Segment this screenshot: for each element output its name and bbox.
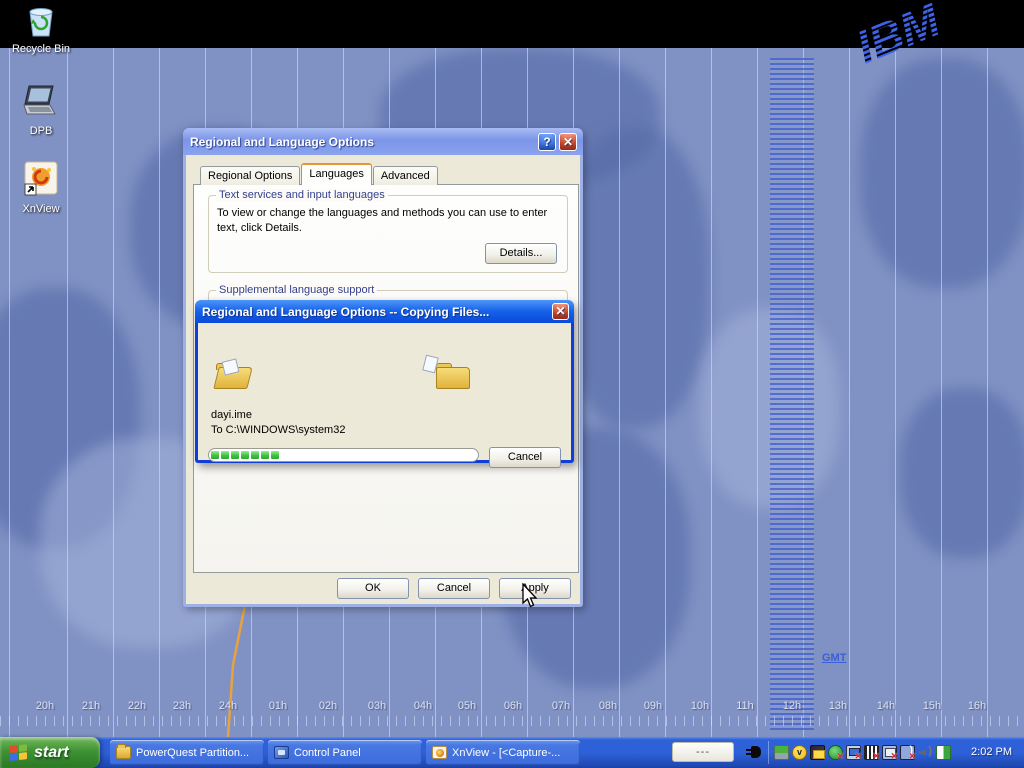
- hour-label: 12h: [775, 700, 809, 712]
- source-folder-icon: [216, 363, 250, 389]
- taskbar-clock: 2:02 PM: [971, 746, 1012, 758]
- hour-label: 08h: [591, 700, 625, 712]
- desktop-icon-recycle-bin[interactable]: Recycle Bin: [6, 4, 76, 55]
- copying-file-name: dayi.ime: [211, 409, 252, 421]
- hour-label: 01h: [261, 700, 295, 712]
- dateline-hatch-band: [770, 58, 814, 730]
- desktop-icon-label: DPB: [6, 125, 76, 137]
- desktop-icon-xnview[interactable]: XnView: [6, 160, 76, 215]
- copying-files-dialog: Regional and Language Options -- Copying…: [195, 300, 574, 463]
- help-button[interactable]: ?: [538, 133, 556, 151]
- task-button-control-panel[interactable]: Control Panel: [268, 740, 422, 765]
- desktop-icon-label: XnView: [6, 203, 76, 215]
- cancel-button[interactable]: Cancel: [418, 578, 490, 599]
- hour-label: 13h: [821, 700, 855, 712]
- ac-power-plug-icon: [746, 745, 763, 759]
- hour-label: 23h: [165, 700, 199, 712]
- hour-label: 24h: [211, 700, 245, 712]
- gmt-label: GMT: [822, 652, 846, 664]
- dialog-titlebar[interactable]: Regional and Language Options -- Copying…: [195, 300, 574, 323]
- close-icon[interactable]: ✕: [559, 133, 577, 151]
- groupbox-title: Supplemental language support: [216, 284, 377, 296]
- hour-label: 15h: [915, 700, 949, 712]
- tray-wireless-link-icon[interactable]: [900, 745, 915, 760]
- hour-label: 16h: [960, 700, 994, 712]
- groupbox-description: To view or change the languages and meth…: [217, 206, 547, 236]
- xnview-icon: [23, 160, 59, 198]
- hour-label: 10h: [683, 700, 717, 712]
- tray-perf-chart-icon[interactable]: [864, 745, 879, 760]
- system-tray: [774, 745, 951, 760]
- close-icon[interactable]: ✕: [552, 303, 569, 320]
- mouse-cursor: [521, 583, 539, 609]
- desktop-icon-label: Recycle Bin: [6, 43, 76, 55]
- taskbar: start PowerQuest Partition... Control Pa…: [0, 737, 1024, 768]
- start-button[interactable]: start: [0, 737, 100, 768]
- tray-pc-doctor-icon[interactable]: [792, 745, 807, 760]
- hour-label: 20h: [28, 700, 62, 712]
- tray-ime-status-icon[interactable]: [936, 745, 951, 760]
- hour-label: 07h: [544, 700, 578, 712]
- copy-progress-bar: [208, 448, 479, 462]
- tray-volume-icon[interactable]: [918, 745, 933, 760]
- tray-separator: [768, 741, 769, 764]
- task-button-powerquest[interactable]: PowerQuest Partition...: [110, 740, 264, 765]
- hour-label: 22h: [120, 700, 154, 712]
- tray-network-globe-icon[interactable]: [828, 745, 843, 760]
- tab-regional-options[interactable]: Regional Options: [200, 166, 300, 185]
- copying-destination: To C:\WINDOWS\system32: [211, 424, 345, 436]
- tab-languages[interactable]: Languages: [301, 163, 371, 185]
- details-button[interactable]: Details...: [485, 243, 557, 264]
- tray-mail-notify-icon[interactable]: [810, 745, 825, 760]
- task-button-xnview[interactable]: XnView - [<Capture-...: [426, 740, 580, 765]
- ok-button[interactable]: OK: [337, 578, 409, 599]
- progress-segment: [251, 451, 259, 459]
- groupbox-title: Text services and input languages: [216, 189, 388, 201]
- tray-display-link-icon[interactable]: [882, 745, 897, 760]
- dialog-titlebar[interactable]: Regional and Language Options ? ✕: [183, 128, 583, 155]
- progress-segment: [221, 451, 229, 459]
- start-button-label: start: [34, 744, 69, 762]
- hour-label: 02h: [311, 700, 345, 712]
- progress-segment: [231, 451, 239, 459]
- tab-advanced[interactable]: Advanced: [373, 166, 438, 185]
- progress-segment: [211, 451, 219, 459]
- hour-label: 14h: [869, 700, 903, 712]
- progress-segment: [241, 451, 249, 459]
- progress-segment: [261, 451, 269, 459]
- hour-label: 04h: [406, 700, 440, 712]
- laptop-icon: [19, 84, 63, 120]
- hour-label: 21h: [74, 700, 108, 712]
- recycle-bin-icon: [23, 4, 59, 38]
- hour-label: 09h: [636, 700, 670, 712]
- copy-cancel-button[interactable]: Cancel: [489, 447, 561, 468]
- hour-label: 06h: [496, 700, 530, 712]
- tray-sprout-icon[interactable]: [774, 745, 789, 760]
- folder-icon: [116, 746, 131, 759]
- dialog-title: Regional and Language Options: [190, 135, 535, 149]
- tick-marks: [0, 716, 1024, 726]
- hour-label: 05h: [450, 700, 484, 712]
- copy-dialog-body: dayi.ime To C:\WINDOWS\system32 Cancel: [198, 323, 571, 460]
- dialog-title: Regional and Language Options -- Copying…: [202, 305, 549, 319]
- text-services-groupbox: Text services and input languages To vie…: [208, 195, 568, 273]
- hour-label: 03h: [360, 700, 394, 712]
- tab-strip: Regional Options Languages Advanced: [200, 163, 439, 185]
- battery-meter[interactable]: ---: [672, 742, 734, 762]
- desktop-icon-dpb[interactable]: DPB: [6, 84, 76, 137]
- xnview-icon: [432, 746, 447, 759]
- tray-local-network-icon[interactable]: [846, 745, 861, 760]
- windows-flag-icon: [10, 744, 28, 762]
- hour-label: 11h: [728, 700, 762, 712]
- destination-folder-icon: [436, 363, 470, 389]
- top-banner: IBM: [0, 0, 1024, 48]
- control-panel-icon: [274, 746, 289, 759]
- progress-segment: [271, 451, 279, 459]
